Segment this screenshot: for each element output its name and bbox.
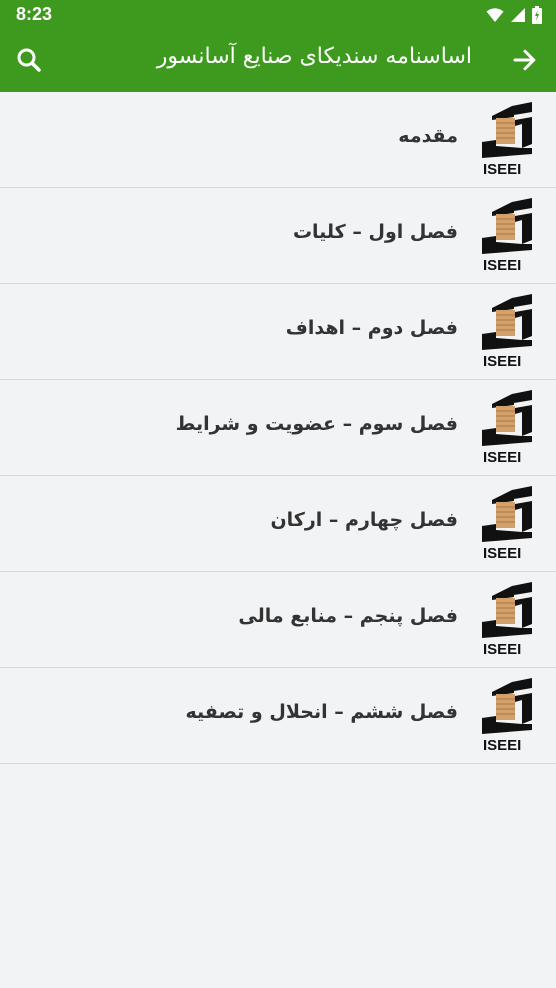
- logo-text: ISEEI: [483, 545, 521, 560]
- signal-icon: [511, 8, 525, 22]
- list-item-3[interactable]: ISEEI فصل سوم – عضویت و شرایط: [0, 380, 556, 476]
- wifi-icon: [486, 8, 504, 22]
- list-item-2[interactable]: ISEEI فصل دوم – اهداف: [0, 284, 556, 380]
- iseei-logo-icon: ISEEI: [482, 102, 532, 176]
- logo-text: ISEEI: [483, 641, 521, 656]
- logo-text: ISEEI: [483, 161, 521, 176]
- iseei-logo-icon: ISEEI: [482, 198, 532, 272]
- iseei-logo-icon: ISEEI: [482, 582, 532, 656]
- list-item-label: مقدمه: [398, 125, 458, 147]
- list-item-label: فصل پنجم – منابع مالی: [238, 605, 458, 627]
- logo-text: ISEEI: [483, 257, 521, 272]
- iseei-logo-icon: ISEEI: [482, 294, 532, 368]
- status-icons: [486, 6, 542, 24]
- battery-icon: [532, 6, 542, 24]
- search-icon[interactable]: [14, 45, 44, 75]
- list-item-1[interactable]: ISEEI فصل اول – کلیات: [0, 188, 556, 284]
- list-item-6[interactable]: ISEEI فصل ششم – انحلال و تصفیه: [0, 668, 556, 764]
- logo-text: ISEEI: [483, 449, 521, 464]
- list-item-label: فصل سوم – عضویت و شرایط: [175, 413, 458, 435]
- status-bar: 8:23: [0, 0, 556, 30]
- list-item-label: فصل دوم – اهداف: [285, 317, 458, 339]
- list-item-label: فصل چهارم – ارکان: [270, 509, 458, 531]
- logo-text: ISEEI: [483, 737, 521, 752]
- chapter-list: ISEEI مقدمه ISEEI فصل اول – کلیات ISEEI …: [0, 92, 556, 764]
- list-item-label: فصل اول – کلیات: [292, 221, 458, 243]
- page-title: اساسنامه سندیکای صنایع آسانسور: [156, 44, 472, 69]
- list-item-4[interactable]: ISEEI فصل چهارم – ارکان: [0, 476, 556, 572]
- logo-text: ISEEI: [483, 353, 521, 368]
- status-time: 8:23: [16, 4, 53, 24]
- iseei-logo-icon: ISEEI: [482, 486, 532, 560]
- list-item-0[interactable]: ISEEI مقدمه: [0, 92, 556, 188]
- iseei-logo-icon: ISEEI: [482, 390, 532, 464]
- arrow-forward-icon[interactable]: [510, 45, 540, 75]
- list-item-5[interactable]: ISEEI فصل پنجم – منابع مالی: [0, 572, 556, 668]
- iseei-logo-icon: ISEEI: [482, 678, 532, 752]
- app-bar: اساسنامه سندیکای صنایع آسانسور: [0, 30, 556, 92]
- list-item-label: فصل ششم – انحلال و تصفیه: [185, 701, 459, 723]
